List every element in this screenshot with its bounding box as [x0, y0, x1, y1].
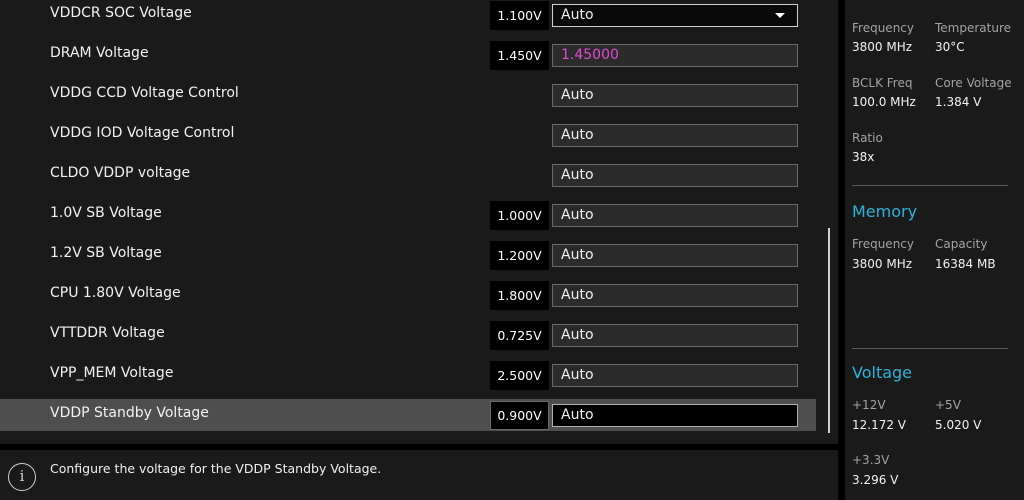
setting-field-value: Auto [561, 327, 594, 343]
setting-input[interactable]: Auto [552, 84, 798, 107]
setting-field-value: Auto [561, 287, 594, 303]
cpu-temperature-value: 30°C [935, 40, 965, 54]
core-voltage-label: Core Voltage [935, 76, 1012, 90]
current-voltage-readout: 1.000V [490, 201, 549, 230]
setting-field-value: Auto [561, 127, 594, 143]
current-voltage-readout: 1.200V [490, 241, 549, 270]
section-divider [852, 348, 1008, 349]
chevron-down-icon[interactable] [775, 13, 785, 18]
setting-row[interactable]: VDDG IOD Voltage Control Auto [0, 119, 816, 151]
v33-label: +3.3V [852, 453, 890, 467]
v5-label: +5V [935, 398, 961, 412]
current-voltage-readout: 0.900V [490, 401, 549, 430]
setting-field-value: 1.45000 [561, 47, 619, 63]
v12-label: +12V [852, 398, 886, 412]
help-bar: i Configure the voltage for the VDDP Sta… [0, 450, 838, 500]
ratio-label: Ratio [852, 131, 883, 145]
setting-field-value: Auto [561, 407, 594, 423]
setting-field-value: Auto [561, 367, 594, 383]
setting-field-value: Auto [561, 167, 594, 183]
setting-field-value: Auto [561, 247, 594, 263]
setting-label: VDDP Standby Voltage [50, 405, 209, 421]
cpu-frequency-value: 3800 MHz [852, 40, 913, 54]
ratio-value: 38x [852, 150, 875, 164]
setting-label: VTTDDR Voltage [50, 325, 165, 341]
setting-label: VPP_MEM Voltage [50, 365, 174, 381]
setting-input[interactable]: Auto [552, 244, 798, 267]
setting-field-value: Auto [561, 87, 594, 103]
setting-row[interactable]: CLDO VDDP voltage Auto [0, 159, 816, 191]
memory-capacity-value: 16384 MB [935, 257, 996, 271]
voltage-section-title: Voltage [852, 363, 913, 382]
bclk-freq-value: 100.0 MHz [852, 95, 916, 109]
setting-input[interactable]: Auto [552, 404, 798, 427]
memory-frequency-value: 3800 MHz [852, 257, 913, 271]
setting-label: VDDCR SOC Voltage [50, 5, 192, 21]
setting-row[interactable]: VTTDDR Voltage 0.725V Auto [0, 319, 816, 351]
memory-section-title: Memory [852, 202, 918, 221]
cpu-frequency-label: Frequency [852, 21, 914, 35]
setting-label: 1.0V SB Voltage [50, 205, 162, 221]
setting-row[interactable]: VDDG CCD Voltage Control Auto [0, 79, 816, 111]
setting-label: CLDO VDDP voltage [50, 165, 191, 181]
setting-label: VDDG IOD Voltage Control [50, 125, 235, 141]
setting-label: CPU 1.80V Voltage [50, 285, 181, 301]
settings-panel: VDDCR SOC Voltage 1.100V Auto DRAM Voltage 1… [0, 0, 838, 444]
setting-row[interactable]: VDDP Standby Voltage 0.900V Auto [0, 399, 816, 431]
setting-label: 1.2V SB Voltage [50, 245, 162, 261]
current-voltage-readout: 0.725V [490, 321, 549, 350]
v12-value: 12.172 V [852, 418, 907, 432]
setting-field-value: Auto [561, 7, 594, 23]
setting-dropdown[interactable]: Auto [552, 4, 798, 27]
info-icon: i [8, 463, 36, 491]
memory-frequency-label: Frequency [852, 237, 914, 251]
setting-input[interactable]: Auto [552, 364, 798, 387]
v33-value: 3.296 V [852, 473, 899, 487]
setting-row[interactable]: VDDCR SOC Voltage 1.100V Auto [0, 0, 816, 31]
setting-input[interactable]: Auto [552, 124, 798, 147]
current-voltage-readout: 1.800V [490, 281, 549, 310]
current-voltage-readout: 2.500V [490, 361, 549, 390]
setting-row[interactable]: DRAM Voltage 1.450V 1.45000 [0, 39, 816, 71]
setting-input[interactable]: Auto [552, 284, 798, 307]
setting-input[interactable]: Auto [552, 324, 798, 347]
current-voltage-readout: 1.100V [490, 1, 549, 30]
setting-input[interactable]: Auto [552, 204, 798, 227]
setting-row[interactable]: 1.0V SB Voltage 1.000V Auto [0, 199, 816, 231]
setting-label: VDDG CCD Voltage Control [50, 85, 239, 101]
v5-value: 5.020 V [935, 418, 982, 432]
scrollbar[interactable] [828, 228, 830, 433]
setting-row[interactable]: 1.2V SB Voltage 1.200V Auto [0, 239, 816, 271]
setting-input[interactable]: Auto [552, 164, 798, 187]
cpu-temperature-label: Temperature [935, 21, 1012, 35]
help-text: Configure the voltage for the VDDP Stand… [50, 461, 382, 476]
hardware-monitor-sidebar: Frequency 3800 MHz Temperature 30°C BCLK… [845, 0, 1024, 500]
current-voltage-readout: 1.450V [490, 41, 549, 70]
section-divider [852, 185, 1008, 186]
setting-input[interactable]: 1.45000 [552, 44, 798, 67]
setting-field-value: Auto [561, 207, 594, 223]
setting-row[interactable]: CPU 1.80V Voltage 1.800V Auto [0, 279, 816, 311]
setting-label: DRAM Voltage [50, 45, 149, 61]
bclk-freq-label: BCLK Freq [852, 76, 913, 90]
memory-capacity-label: Capacity [935, 237, 988, 251]
core-voltage-value: 1.384 V [935, 95, 982, 109]
setting-row[interactable]: VPP_MEM Voltage 2.500V Auto [0, 359, 816, 391]
